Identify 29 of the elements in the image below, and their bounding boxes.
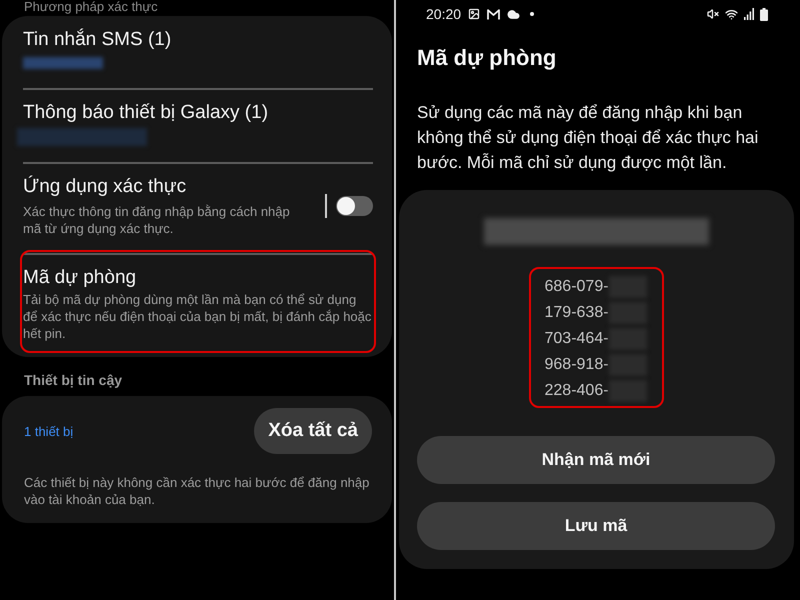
method-title: Thông báo thiết bị Galaxy (1) [23,101,270,125]
method-title: Tin nhắn SMS (1) [23,28,172,52]
backup-code: 179-638- [544,303,609,323]
trusted-note: Các thiết bị này không cần xác thực hai bước để đăng nhập vào tài khoản của bạn. [24,474,370,508]
clear-all-button[interactable]: Xóa tất cả [254,408,372,454]
wifi-icon [725,8,738,20]
page-description: Sử dụng các mã này để đăng nhập khi bạn không thể sử dụng điện thoại để xác thực hai bước. Mỗi mã chỉ sử dụng được một lần. [417,102,760,174]
method-title: Mã dự phòng [23,266,138,290]
backup-code: 968-918- [544,355,609,375]
page-title: Mã dự phòng [416,44,558,72]
devices-link[interactable]: 1 thiết bị [24,422,74,440]
method-title: Ứng dụng xác thực [23,175,188,199]
signal-icon [744,8,754,20]
toggle-switch[interactable] [336,196,373,216]
backup-code: 686-079- [544,277,609,297]
status-time: 20:20 [426,6,462,22]
image-icon [468,8,480,20]
battery-icon [760,8,768,20]
cloud-icon [507,8,520,20]
action-button[interactable]: Lưu mã [417,502,775,550]
action-button[interactable]: Nhận mã mới [417,436,775,484]
mute-icon [707,8,719,20]
backup-code: 703-464- [544,329,609,349]
method-description: Xác thực thông tin đăng nhập bằng cách nhập mã từ ứng dụng xác thực. [23,203,291,237]
section-header: Phương pháp xác thực [23,0,159,14]
method-description: Tải bộ mã dự phòng dùng một lần mà bạn có thể sử dụng để xác thực nếu điện thoại của bạn bị mất, bị đánh cắp hoặc hết pin. [23,291,372,342]
mail-icon [487,8,500,20]
backup-code: 228-406- [544,381,609,401]
section-header: Thiết bị tin cậy [23,371,124,390]
